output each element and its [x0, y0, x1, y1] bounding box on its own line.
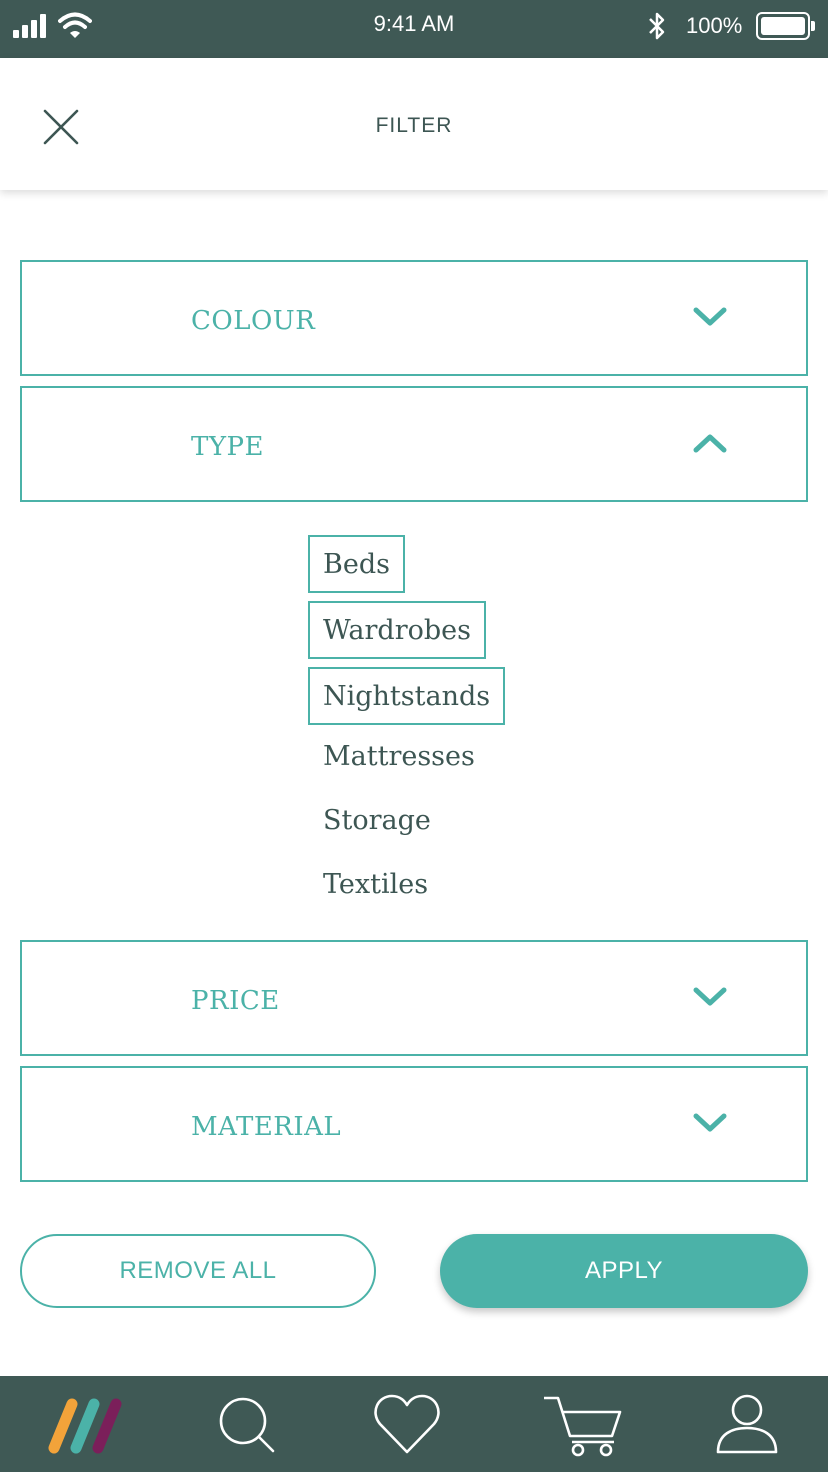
type-option-textiles[interactable]: Textiles: [308, 857, 441, 915]
type-option-mattresses[interactable]: Mattresses: [308, 729, 488, 787]
search-icon[interactable]: [212, 1390, 282, 1460]
battery-icon: [756, 12, 810, 40]
battery-tip: [811, 21, 815, 31]
battery-percentage: 100%: [686, 13, 743, 38]
type-option-beds[interactable]: Beds: [308, 535, 405, 593]
filter-price-label: PRICE: [191, 986, 280, 1016]
page-title: FILTER: [375, 114, 453, 137]
profile-icon[interactable]: [712, 1390, 782, 1460]
heart-icon[interactable]: [372, 1390, 442, 1460]
chevron-up-icon: [693, 434, 727, 453]
chevron-down-icon: [693, 987, 727, 1006]
filter-colour-label: COLOUR: [191, 306, 316, 336]
remove-all-button[interactable]: REMOVE ALL: [20, 1234, 376, 1308]
filter-material[interactable]: MATERIAL: [20, 1066, 808, 1182]
filter-colour[interactable]: COLOUR: [20, 260, 808, 376]
filter-type[interactable]: TYPE: [20, 386, 808, 502]
filter-material-label: MATERIAL: [191, 1112, 342, 1142]
filter-type-label: TYPE: [191, 432, 264, 462]
type-option-wardrobes[interactable]: Wardrobes: [308, 601, 486, 659]
bottom-nav: [0, 1376, 828, 1472]
home-logo-icon[interactable]: [44, 1390, 126, 1460]
filter-header: FILTER: [0, 58, 828, 190]
chevron-down-icon: [693, 307, 727, 326]
bluetooth-icon: [649, 12, 665, 40]
chevron-down-icon: [693, 1113, 727, 1132]
type-option-nightstands[interactable]: Nightstands: [308, 667, 506, 725]
type-option-storage[interactable]: Storage: [308, 793, 444, 851]
filter-price[interactable]: PRICE: [20, 940, 808, 1056]
cart-icon[interactable]: [542, 1390, 624, 1460]
status-bar: 9:41 AM 100%: [0, 0, 828, 58]
apply-button[interactable]: APPLY: [440, 1234, 808, 1308]
type-options-list: Beds Wardrobes Nightstands Mattresses St…: [0, 502, 828, 940]
